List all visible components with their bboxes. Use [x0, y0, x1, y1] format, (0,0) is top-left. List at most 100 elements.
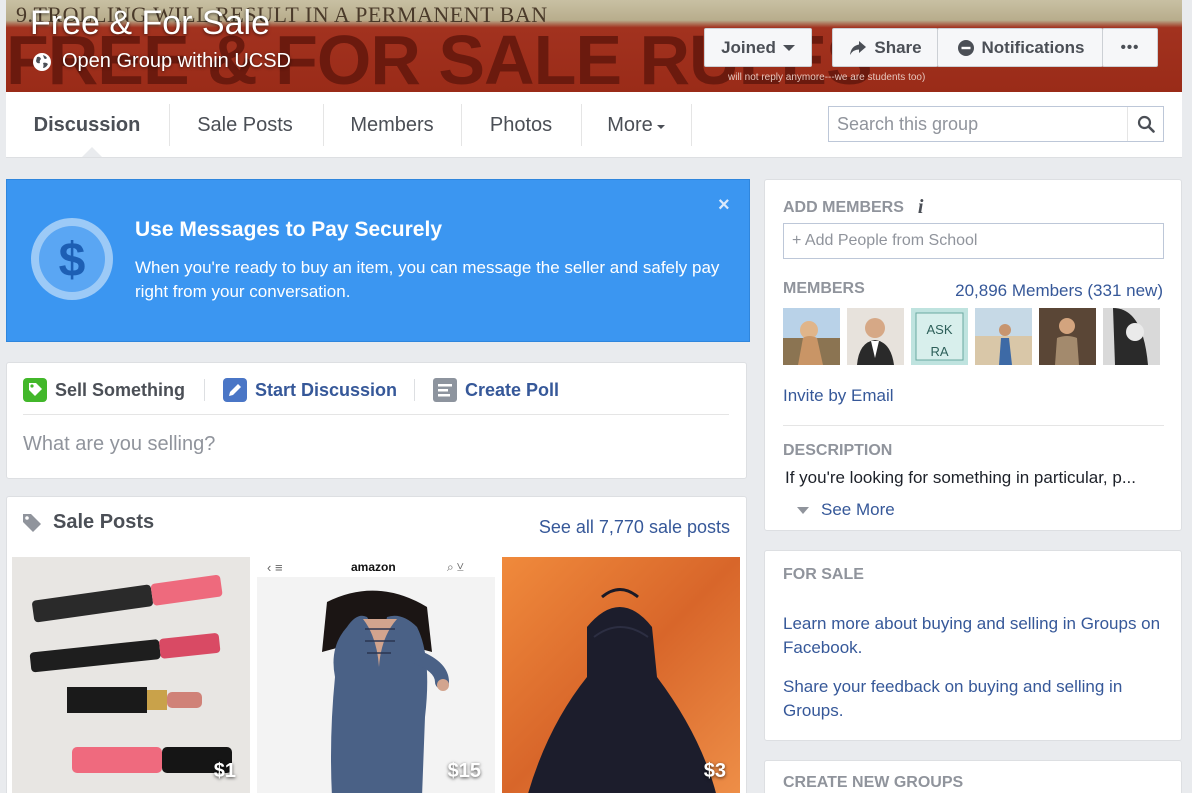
- sale-post-item[interactable]: $3: [502, 557, 740, 793]
- svg-text:‹ ≡: ‹ ≡: [267, 560, 283, 575]
- dollar-coin-icon: $: [31, 218, 113, 300]
- search-icon: [1137, 115, 1155, 133]
- add-people-input[interactable]: + Add People from School: [783, 223, 1164, 259]
- avatar[interactable]: ASK RA: [911, 308, 968, 365]
- search-input[interactable]: [829, 107, 1127, 141]
- create-poll-button[interactable]: Create Poll: [433, 375, 559, 405]
- tab-divider: [691, 104, 692, 146]
- composer-input[interactable]: What are you selling?: [23, 433, 215, 456]
- start-discussion-button[interactable]: Start Discussion: [223, 375, 397, 405]
- price-tag-icon: [23, 378, 47, 402]
- avatar[interactable]: [783, 308, 840, 365]
- notifications-button[interactable]: Notifications: [937, 28, 1103, 67]
- poll-icon: [433, 378, 457, 402]
- avatar[interactable]: [847, 308, 904, 365]
- for-sale-title: FOR SALE: [783, 566, 864, 583]
- add-members-title: ADD MEMBERS: [783, 198, 904, 216]
- sale-posts-header: Sale Posts: [21, 511, 154, 534]
- banner-title: Use Messages to Pay Securely: [135, 218, 443, 241]
- notifications-button-label: Notifications: [981, 37, 1085, 57]
- see-more-link[interactable]: See More: [797, 500, 895, 520]
- black-dress-photo: [502, 557, 740, 793]
- avatar[interactable]: [975, 308, 1032, 365]
- tab-divider: [461, 104, 462, 146]
- divider: [783, 425, 1164, 426]
- learn-more-link[interactable]: Learn more about buying and selling in G…: [783, 612, 1173, 660]
- tab-photos[interactable]: Photos: [466, 104, 576, 146]
- avatar[interactable]: [1039, 308, 1096, 365]
- pencil-icon: [223, 378, 247, 402]
- sale-post-item[interactable]: ‹ ≡ amazon ⌕ ⊻ $15: [257, 557, 495, 793]
- share-button[interactable]: Share: [832, 28, 938, 67]
- create-poll-label: Create Poll: [465, 379, 560, 400]
- for-sale-card: FOR SALE Learn more about buying and sel…: [764, 550, 1182, 741]
- group-title[interactable]: Free & For Sale: [30, 4, 270, 43]
- group-search: [828, 106, 1164, 142]
- svg-text:$: $: [59, 234, 86, 287]
- invite-by-email-link[interactable]: Invite by Email: [783, 386, 894, 406]
- sale-post-price: $15: [447, 760, 481, 782]
- pay-securely-banner: $ Use Messages to Pay Securely When you'…: [6, 179, 750, 342]
- create-groups-title: CREATE NEW GROUPS: [783, 774, 964, 791]
- avatar[interactable]: [1103, 308, 1160, 365]
- member-avatars: ASK RA: [783, 308, 1164, 366]
- joined-button-label: Joined: [721, 37, 776, 57]
- tab-sale-posts[interactable]: Sale Posts: [174, 104, 316, 146]
- sale-posts-section: Sale Posts See all 7,770 sale posts $1 ‹…: [6, 496, 747, 793]
- sale-post-item[interactable]: $1: [12, 557, 250, 793]
- sell-something-label: Sell Something: [55, 379, 186, 400]
- amazon-logo: amazon: [351, 560, 396, 574]
- minus-circle-icon: [957, 39, 974, 56]
- composer-divider: [23, 414, 729, 415]
- tab-divider: [581, 104, 582, 146]
- joined-button[interactable]: Joined: [704, 28, 812, 67]
- description-title: DESCRIPTION: [783, 442, 893, 459]
- tags-icon: [23, 513, 41, 532]
- sale-posts-title: Sale Posts: [53, 511, 155, 533]
- group-cover: 9.TROLLING WILL RESULT IN A PERMANENT BA…: [6, 0, 1182, 92]
- add-members-header: ADD MEMBERS i: [783, 196, 923, 219]
- chevron-down-icon: [782, 44, 795, 51]
- see-all-sale-posts-link[interactable]: See all 7,770 sale posts: [539, 517, 730, 538]
- group-privacy: Open Group within UCSD: [32, 50, 291, 73]
- sale-post-price: $3: [703, 760, 726, 782]
- more-options-button[interactable]: •••: [1102, 28, 1158, 67]
- description-text: If you're looking for something in parti…: [785, 468, 1136, 487]
- chevron-down-icon: [797, 506, 809, 514]
- sale-post-price: $1: [213, 760, 236, 782]
- share-feedback-link[interactable]: Share your feedback on buying and sellin…: [783, 675, 1173, 723]
- share-button-label: Share: [874, 37, 922, 57]
- tab-discussion[interactable]: Discussion: [14, 104, 160, 146]
- members-count-link[interactable]: 20,896 Members (331 new): [955, 281, 1163, 301]
- see-more-label: See More: [821, 500, 895, 519]
- avatar-text: RA: [930, 344, 948, 359]
- action-divider: [414, 379, 415, 401]
- active-tab-pointer: [82, 147, 102, 157]
- tab-divider: [169, 104, 170, 146]
- info-icon[interactable]: i: [918, 196, 924, 219]
- cover-banner-note: will not reply anymore---we are students…: [728, 72, 926, 83]
- search-button[interactable]: [1127, 107, 1163, 141]
- create-groups-card: CREATE NEW GROUPS: [764, 760, 1182, 793]
- makeup-photo: [12, 557, 250, 793]
- members-card: ADD MEMBERS i + Add People from School M…: [764, 179, 1182, 531]
- dress-model-photo: ‹ ≡ amazon ⌕ ⊻: [257, 557, 495, 793]
- globe-icon: [33, 52, 51, 71]
- post-composer: Sell Something Start Discussion Create P…: [6, 362, 747, 479]
- start-discussion-label: Start Discussion: [255, 379, 398, 400]
- action-divider: [204, 379, 205, 401]
- tab-more[interactable]: More: [586, 104, 686, 146]
- svg-text:⌕ ⊻: ⌕ ⊻: [447, 560, 464, 574]
- sell-something-button[interactable]: Sell Something: [23, 375, 185, 405]
- chevron-down-icon: [656, 124, 665, 129]
- members-title: MEMBERS: [783, 280, 865, 297]
- close-icon[interactable]: ×: [718, 194, 730, 217]
- group-tabs-bar: Discussion Sale Posts Members Photos Mor…: [6, 92, 1182, 158]
- share-arrow-icon: [850, 40, 867, 55]
- group-privacy-label: Open Group within UCSD: [62, 50, 291, 72]
- tab-members[interactable]: Members: [328, 104, 456, 146]
- tab-divider: [323, 104, 324, 146]
- banner-text: When you're ready to buy an item, you ca…: [135, 258, 720, 301]
- tab-more-label: More: [607, 113, 653, 136]
- avatar-text: ASK: [926, 322, 952, 337]
